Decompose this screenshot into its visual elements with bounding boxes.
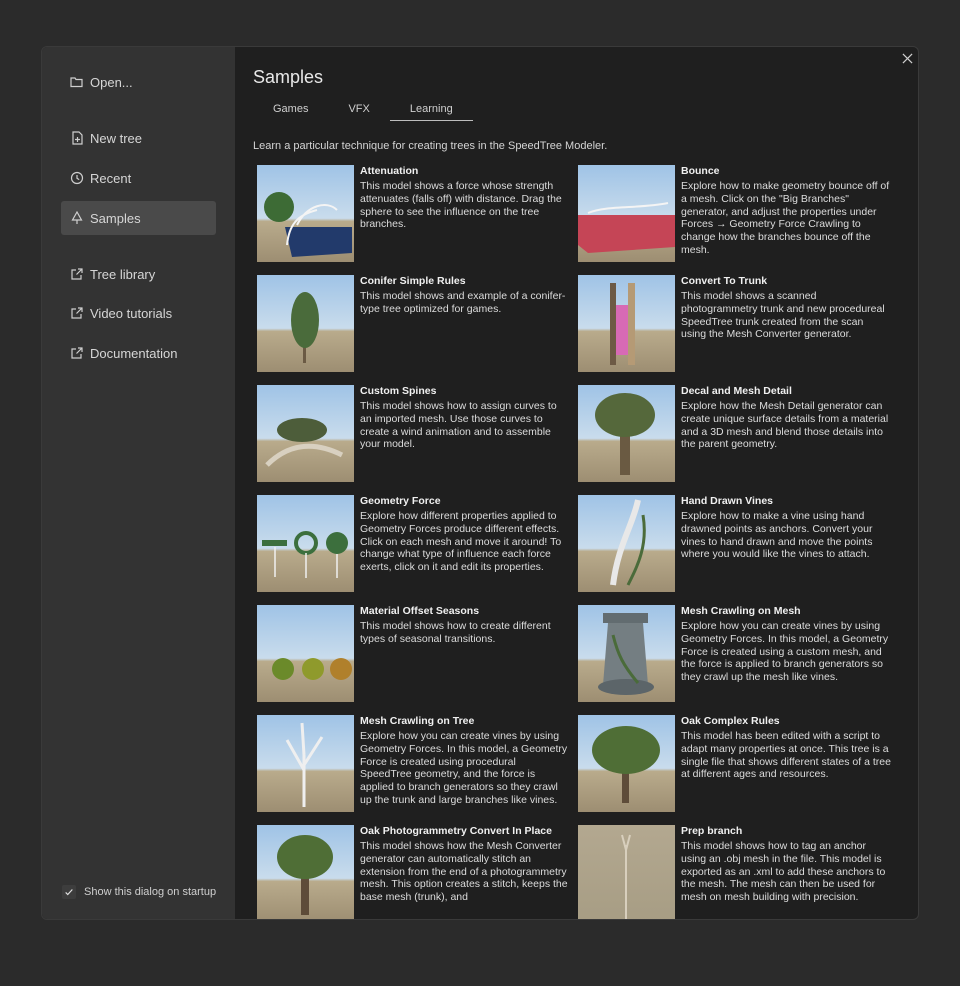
sample-description: Explore how the Mesh Detail generator ca… (681, 400, 889, 451)
sample-description: Explore how you can create vines by usin… (681, 620, 889, 684)
startup-checkbox-label: Show this dialog on startup (84, 886, 217, 898)
sidebar-item-new-tree[interactable]: New tree (61, 121, 216, 155)
sidebar-item-label: New tree (90, 130, 143, 146)
sidebar-item-label: Samples (90, 210, 141, 226)
sample-title: Prep branch (681, 825, 743, 837)
sample-thumbnail (257, 165, 354, 262)
sample-thumbnail (257, 715, 354, 812)
sample-thumbnail (257, 275, 354, 372)
sample-description: This model has been edited with a script… (681, 730, 891, 781)
sample-description: This model shows how to create different… (360, 620, 551, 645)
close-button[interactable] (896, 47, 918, 69)
sample-title: Attenuation (360, 165, 419, 177)
samples-dialog: Open... New tree Recent Samples Tree lib… (41, 46, 919, 920)
sample-thumbnail (578, 715, 675, 812)
sidebar-item-documentation[interactable]: Documentation (61, 336, 216, 370)
sample-card-custom-spines[interactable]: Custom Spines This model shows how to as… (257, 385, 572, 485)
sample-title: Conifer Simple Rules (360, 275, 466, 287)
sample-card-oak-photogrammetry-convert-in-place[interactable]: Oak Photogrammetry Convert In Place This… (257, 825, 572, 919)
samples-description: Learn a particular technique for creatin… (253, 140, 608, 152)
sidebar-item-label: Video tutorials (90, 305, 173, 321)
clock-icon (70, 171, 84, 185)
sample-title: Oak Complex Rules (681, 715, 780, 727)
startup-checkbox[interactable] (62, 885, 76, 899)
sample-thumbnail (578, 165, 675, 262)
sample-thumbnail (578, 385, 675, 482)
sample-card-oak-complex-rules[interactable]: Oak Complex Rules This model has been ed… (578, 715, 893, 815)
external-link-icon (70, 346, 84, 360)
sample-description: This model shows how to assign curves to… (360, 400, 557, 451)
main-panel: Samples Games VFX Learning Learn a parti… (235, 47, 918, 919)
sample-title: Oak Photogrammetry Convert In Place (360, 825, 552, 837)
sample-thumbnail (578, 825, 675, 919)
external-link-icon (70, 306, 84, 320)
sample-title: Hand Drawn Vines (681, 495, 773, 507)
sample-card-conifer-simple-rules[interactable]: Conifer Simple Rules This model shows an… (257, 275, 572, 375)
sample-description: This model shows how the Mesh Converter … (360, 840, 568, 904)
sidebar-item-tree-library[interactable]: Tree library (61, 257, 216, 291)
sample-thumbnail (578, 605, 675, 702)
sample-description: Explore how to make geometry bounce off … (681, 180, 890, 256)
sidebar-item-label: Recent (90, 170, 132, 186)
sample-description: Explore how you can create vines by usin… (360, 730, 568, 806)
sample-card-hand-drawn-vines[interactable]: Hand Drawn Vines Explore how to make a v… (578, 495, 893, 595)
startup-checkbox-row[interactable]: Show this dialog on startup (62, 885, 216, 899)
sample-title: Bounce (681, 165, 720, 177)
tree-icon (70, 211, 84, 225)
sample-title: Custom Spines (360, 385, 437, 397)
sample-thumbnail (257, 495, 354, 592)
checkmark-icon (65, 889, 73, 896)
new-file-icon (70, 131, 84, 145)
sample-title: Mesh Crawling on Tree (360, 715, 475, 727)
samples-grid: Attenuation This model shows a force who… (257, 165, 897, 919)
sample-card-decal-and-mesh-detail[interactable]: Decal and Mesh Detail Explore how the Me… (578, 385, 893, 485)
sample-title: Geometry Force (360, 495, 441, 507)
sample-title: Convert To Trunk (681, 275, 768, 287)
sample-card-convert-to-trunk[interactable]: Convert To Trunk This model shows a scan… (578, 275, 893, 375)
sample-thumbnail (257, 385, 354, 482)
sidebar-item-label: Documentation (90, 345, 178, 361)
tab-learning[interactable]: Learning (389, 103, 473, 121)
sample-description: Explore how to make a vine using hand dr… (681, 510, 873, 561)
sidebar-item-label: Open... (90, 74, 133, 90)
sample-card-prep-branch[interactable]: Prep branch This model shows how to tag … (578, 825, 893, 919)
page-title: Samples (253, 67, 324, 87)
sample-thumbnail (578, 495, 675, 592)
sample-description: This model shows how to tag an anchor us… (681, 840, 886, 904)
tab-games[interactable]: Games (253, 103, 328, 121)
sample-thumbnail (257, 825, 354, 919)
sample-thumbnail (257, 605, 354, 702)
sample-card-material-offset-seasons[interactable]: Material Offset Seasons This model shows… (257, 605, 572, 705)
folder-open-icon (70, 75, 84, 89)
sample-card-bounce[interactable]: Bounce Explore how to make geometry boun… (578, 165, 893, 265)
sample-thumbnail (578, 275, 675, 372)
sample-card-attenuation[interactable]: Attenuation This model shows a force who… (257, 165, 572, 265)
sidebar-item-open[interactable]: Open... (61, 65, 216, 99)
sample-description: This model shows a force whose strength … (360, 180, 562, 231)
sample-title: Mesh Crawling on Mesh (681, 605, 801, 617)
sample-description: This model shows a scanned photogrammetr… (681, 290, 885, 341)
tab-vfx[interactable]: VFX (328, 103, 389, 121)
sidebar-item-recent[interactable]: Recent (61, 161, 216, 195)
sidebar: Open... New tree Recent Samples Tree lib… (42, 47, 235, 919)
sidebar-item-samples[interactable]: Samples (61, 201, 216, 235)
sample-description: This model shows and example of a conife… (360, 290, 566, 315)
tab-bar: Games VFX Learning (253, 103, 473, 123)
external-link-icon (70, 267, 84, 281)
sample-card-geometry-force[interactable]: Geometry Force Explore how different pro… (257, 495, 572, 595)
sample-title: Decal and Mesh Detail (681, 385, 792, 397)
sample-title: Material Offset Seasons (360, 605, 480, 617)
sample-card-mesh-crawling-on-mesh[interactable]: Mesh Crawling on Mesh Explore how you ca… (578, 605, 893, 705)
close-icon (901, 52, 913, 64)
sidebar-item-video-tutorials[interactable]: Video tutorials (61, 296, 216, 330)
sidebar-item-label: Tree library (90, 266, 156, 282)
sample-card-mesh-crawling-on-tree[interactable]: Mesh Crawling on Tree Explore how you ca… (257, 715, 572, 815)
sample-description: Explore how different properties applied… (360, 510, 562, 574)
